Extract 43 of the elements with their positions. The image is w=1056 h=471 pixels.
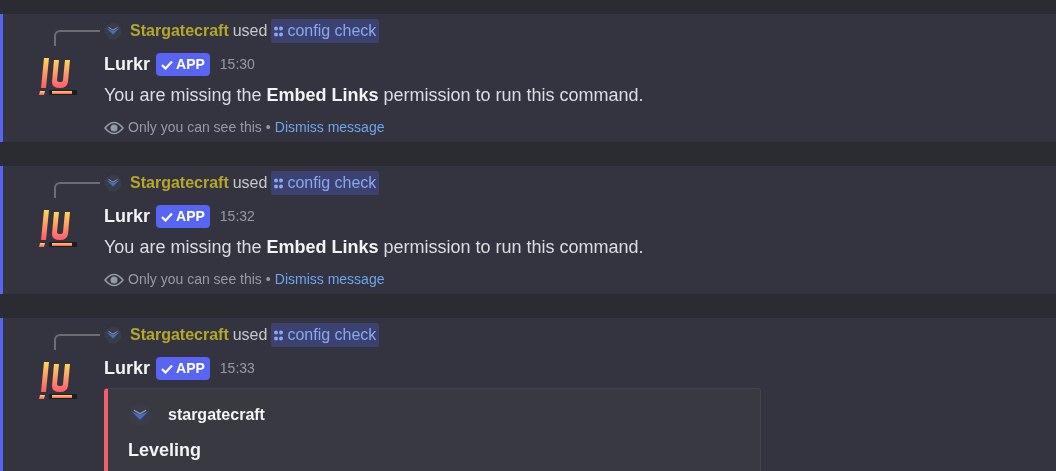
eye-icon xyxy=(104,271,124,288)
username[interactable]: Stargatecraft xyxy=(130,323,229,347)
author-name[interactable]: Lurkr xyxy=(104,355,150,382)
reply-text: used xyxy=(232,173,268,193)
author-name[interactable]: Lurkr xyxy=(104,51,150,78)
embed-title: Leveling xyxy=(128,439,203,462)
check-icon xyxy=(161,59,173,70)
reply-text: used xyxy=(232,325,268,345)
visibility-note: Only you can see this xyxy=(128,118,262,137)
app-badge: APP xyxy=(156,53,210,76)
username[interactable]: Stargatecraft xyxy=(130,171,229,195)
user-avatar-icon[interactable] xyxy=(104,22,122,40)
reply-line xyxy=(54,30,100,46)
embed-author: stargatecraft xyxy=(168,405,265,425)
check-icon xyxy=(161,363,173,374)
separator: • xyxy=(265,270,271,289)
eye-icon xyxy=(104,119,124,136)
reply-line xyxy=(54,182,100,198)
author-name[interactable]: Lurkr xyxy=(104,203,150,230)
command-icon xyxy=(274,25,284,37)
command-link[interactable]: config check xyxy=(271,323,380,347)
command-icon xyxy=(274,329,284,341)
message-text: You are missing the Embed Links permission to run this command. xyxy=(104,84,644,107)
app-badge: APP xyxy=(156,357,210,380)
visibility-note: Only you can see this xyxy=(128,270,262,289)
username[interactable]: Stargatecraft xyxy=(130,19,229,43)
message-text: You are missing the Embed Links permission to run this command. xyxy=(104,236,644,259)
dismiss-link[interactable]: Dismiss message xyxy=(274,117,385,138)
app-badge: APP xyxy=(156,205,210,228)
command-icon xyxy=(274,177,284,189)
timestamp: 15:32 xyxy=(219,207,255,226)
reply-text: used xyxy=(232,21,268,41)
command-link[interactable]: config check xyxy=(271,19,380,43)
reply-line xyxy=(54,334,100,350)
timestamp: 15:30 xyxy=(219,55,255,74)
dismiss-link[interactable]: Dismiss message xyxy=(274,269,385,290)
separator: • xyxy=(265,118,271,137)
user-avatar-icon[interactable] xyxy=(128,403,152,427)
command-link[interactable]: config check xyxy=(271,171,380,195)
user-avatar-icon[interactable] xyxy=(104,174,122,192)
timestamp: 15:33 xyxy=(219,359,255,378)
user-avatar-icon[interactable] xyxy=(104,326,122,344)
check-icon xyxy=(161,211,173,222)
